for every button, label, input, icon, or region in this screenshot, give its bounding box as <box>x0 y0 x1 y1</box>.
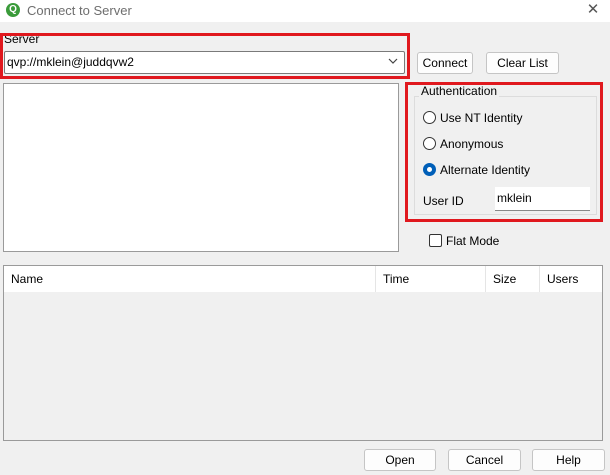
open-button[interactable]: Open <box>364 449 436 471</box>
authentication-highlight-box <box>405 82 603 222</box>
column-header-time[interactable]: Time <box>376 266 486 292</box>
column-header-users[interactable]: Users <box>540 266 602 292</box>
flat-mode-checkbox[interactable]: Flat Mode <box>429 234 509 250</box>
help-button[interactable]: Help <box>532 449 605 471</box>
server-highlight-box <box>0 33 410 79</box>
title-bar: Q Connect to Server ✕ <box>0 0 610 22</box>
column-header-name[interactable]: Name <box>4 266 376 292</box>
window-title: Connect to Server <box>27 3 132 18</box>
qlikview-app-icon: Q <box>6 3 20 17</box>
flat-mode-label: Flat Mode <box>446 234 500 248</box>
close-button[interactable]: ✕ <box>576 0 610 22</box>
document-list-header: Name Time Size Users <box>4 266 602 292</box>
column-header-size[interactable]: Size <box>486 266 540 292</box>
cancel-button[interactable]: Cancel <box>448 449 521 471</box>
connect-button[interactable]: Connect <box>417 52 473 74</box>
server-documents-panel[interactable] <box>3 83 399 252</box>
checkbox-box[interactable] <box>429 234 442 247</box>
clear-list-button[interactable]: Clear List <box>486 52 559 74</box>
document-list[interactable]: Name Time Size Users <box>3 265 603 441</box>
close-icon: ✕ <box>586 1 600 18</box>
